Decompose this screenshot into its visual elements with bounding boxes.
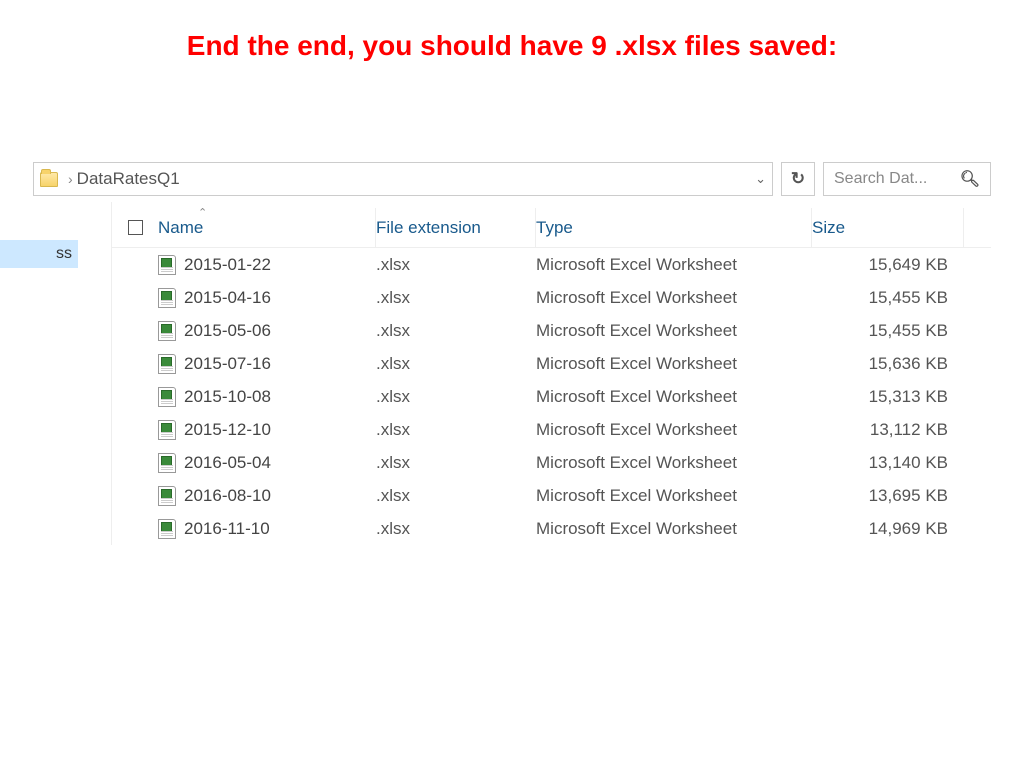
file-type: Microsoft Excel Worksheet — [536, 420, 812, 440]
page-title: End the end, you should have 9 .xlsx fil… — [0, 0, 1024, 62]
nav-pane: ss — [33, 202, 111, 545]
file-size: 13,112 KB — [812, 420, 964, 440]
column-header-size[interactable]: Size — [812, 208, 964, 247]
column-header-extension[interactable]: File extension — [376, 208, 536, 247]
search-icon: 🔍︎ — [960, 169, 980, 189]
file-row[interactable]: 2015-12-10 .xlsxMicrosoft Excel Worksheet… — [112, 413, 991, 446]
excel-file-icon — [158, 288, 176, 308]
excel-file-icon — [158, 453, 176, 473]
file-size: 15,649 KB — [812, 255, 964, 275]
excel-file-icon — [158, 519, 176, 539]
file-size: 13,140 KB — [812, 453, 964, 473]
select-all-checkbox[interactable] — [112, 220, 158, 235]
file-type: Microsoft Excel Worksheet — [536, 354, 812, 374]
file-size: 15,313 KB — [812, 387, 964, 407]
file-extension: .xlsx — [376, 387, 536, 407]
file-type: Microsoft Excel Worksheet — [536, 387, 812, 407]
search-placeholder: Search Dat... — [834, 170, 927, 188]
column-name-label: Name — [158, 218, 203, 238]
column-headers: Name ⌃ File extension Type Size — [112, 202, 991, 248]
file-size: 15,636 KB — [812, 354, 964, 374]
file-name: 2016-05-04 — [184, 453, 271, 473]
file-row[interactable]: 2016-08-10 .xlsxMicrosoft Excel Worksheet… — [112, 479, 991, 512]
breadcrumb-folder[interactable]: DataRatesQ1 — [77, 169, 180, 189]
file-size: 14,969 KB — [812, 519, 964, 539]
folder-icon — [40, 172, 58, 187]
file-extension: .xlsx — [376, 519, 536, 539]
excel-file-icon — [158, 255, 176, 275]
file-extension: .xlsx — [376, 255, 536, 275]
file-extension: .xlsx — [376, 354, 536, 374]
excel-file-icon — [158, 321, 176, 341]
file-type: Microsoft Excel Worksheet — [536, 519, 812, 539]
excel-file-icon — [158, 420, 176, 440]
chevron-right-icon[interactable]: › — [68, 171, 73, 187]
file-row[interactable]: 2016-11-10 .xlsxMicrosoft Excel Worksheet… — [112, 512, 991, 545]
file-extension: .xlsx — [376, 288, 536, 308]
file-type: Microsoft Excel Worksheet — [536, 453, 812, 473]
file-row[interactable]: 2015-01-22 .xlsxMicrosoft Excel Worksheet… — [112, 248, 991, 281]
file-type: Microsoft Excel Worksheet — [536, 255, 812, 275]
file-name: 2015-01-22 — [184, 255, 271, 275]
file-type: Microsoft Excel Worksheet — [536, 321, 812, 341]
file-size: 15,455 KB — [812, 288, 964, 308]
excel-file-icon — [158, 486, 176, 506]
column-header-name[interactable]: Name ⌃ — [158, 208, 376, 247]
file-extension: .xlsx — [376, 321, 536, 341]
file-name: 2016-08-10 — [184, 486, 271, 506]
column-header-type[interactable]: Type — [536, 208, 812, 247]
excel-file-icon — [158, 354, 176, 374]
file-name: 2015-05-06 — [184, 321, 271, 341]
file-list: Name ⌃ File extension Type Size 2015-01-… — [111, 202, 991, 545]
file-size: 15,455 KB — [812, 321, 964, 341]
file-type: Microsoft Excel Worksheet — [536, 288, 812, 308]
address-bar[interactable]: › DataRatesQ1 ⌄ — [33, 162, 773, 196]
file-row[interactable]: 2015-05-06 .xlsxMicrosoft Excel Worksheet… — [112, 314, 991, 347]
nav-selected-item[interactable]: ss — [0, 240, 78, 268]
file-extension: .xlsx — [376, 453, 536, 473]
file-row[interactable]: 2015-07-16 .xlsxMicrosoft Excel Worksheet… — [112, 347, 991, 380]
file-type: Microsoft Excel Worksheet — [536, 486, 812, 506]
file-name: 2015-07-16 — [184, 354, 271, 374]
file-size: 13,695 KB — [812, 486, 964, 506]
file-explorer: › DataRatesQ1 ⌄ ↻ Search Dat... 🔍︎ ss Na… — [33, 162, 991, 545]
file-row[interactable]: 2015-04-16 .xlsxMicrosoft Excel Worksheet… — [112, 281, 991, 314]
file-row[interactable]: 2015-10-08 .xlsxMicrosoft Excel Worksheet… — [112, 380, 991, 413]
refresh-button[interactable]: ↻ — [781, 162, 815, 196]
file-name: 2015-04-16 — [184, 288, 271, 308]
file-extension: .xlsx — [376, 420, 536, 440]
excel-file-icon — [158, 387, 176, 407]
file-name: 2015-10-08 — [184, 387, 271, 407]
sort-asc-icon: ⌃ — [198, 206, 207, 219]
search-input[interactable]: Search Dat... 🔍︎ — [823, 162, 991, 196]
file-name: 2015-12-10 — [184, 420, 271, 440]
chevron-down-icon[interactable]: ⌄ — [755, 171, 766, 187]
file-row[interactable]: 2016-05-04 .xlsxMicrosoft Excel Worksheet… — [112, 446, 991, 479]
file-extension: .xlsx — [376, 486, 536, 506]
file-name: 2016-11-10 — [184, 519, 270, 539]
